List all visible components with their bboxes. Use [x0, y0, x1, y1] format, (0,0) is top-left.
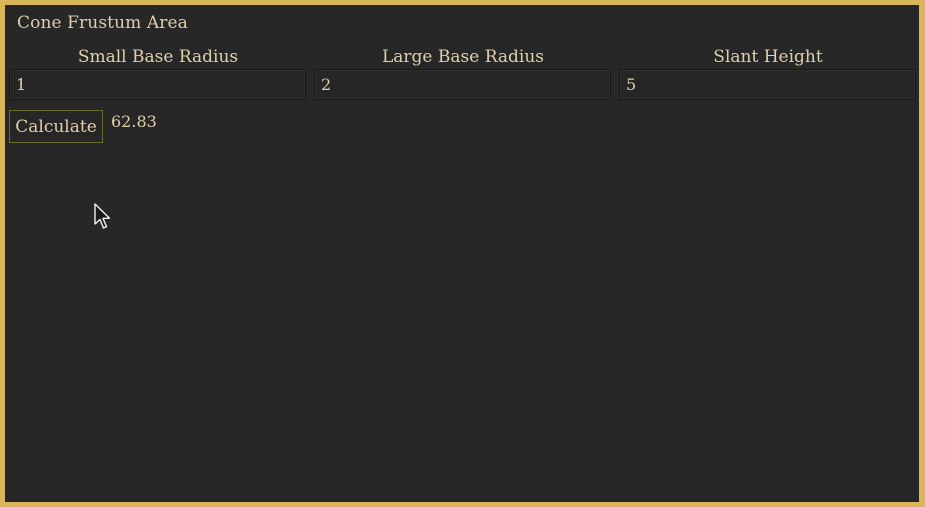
calculate-button[interactable]: Calculate	[9, 110, 103, 143]
mouse-pointer-icon	[94, 203, 111, 229]
small-base-radius-input[interactable]	[9, 69, 306, 100]
slant-height-label: Slant Height	[713, 47, 823, 67]
app-window: Cone Frustum Area Small Base Radius Larg…	[5, 5, 919, 502]
small-base-radius-label: Small Base Radius	[77, 47, 239, 67]
result-value: 62.83	[111, 112, 157, 131]
large-base-radius-input[interactable]	[314, 69, 611, 100]
window-title: Cone Frustum Area	[17, 13, 188, 33]
slant-height-input[interactable]	[619, 69, 916, 100]
large-base-radius-label: Large Base Radius	[381, 47, 545, 67]
